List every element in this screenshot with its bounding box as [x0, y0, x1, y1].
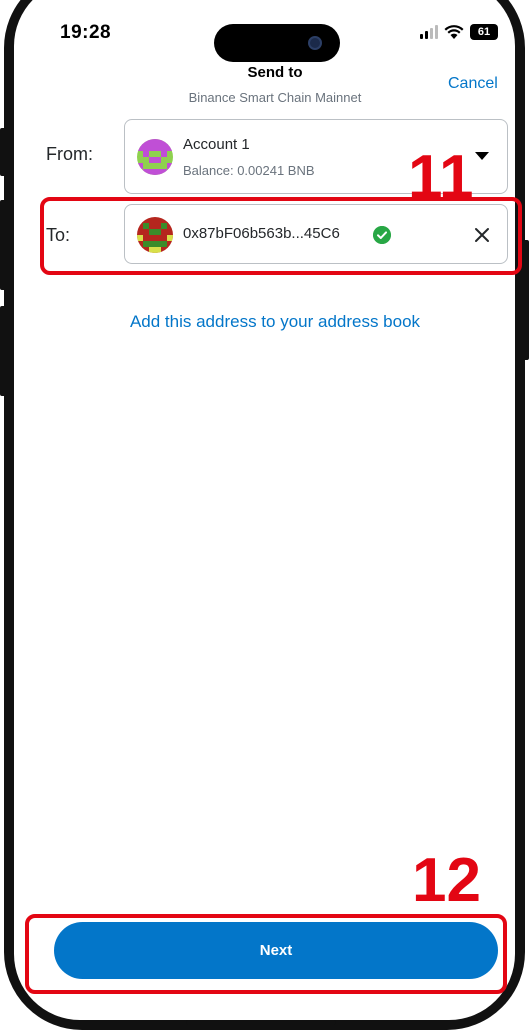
annotation-box-next — [25, 914, 507, 994]
status-icons: 61 — [420, 24, 498, 40]
chevron-down-icon[interactable] — [475, 152, 489, 160]
status-time: 19:28 — [60, 22, 112, 43]
cancel-button[interactable]: Cancel — [448, 75, 498, 93]
battery-icon: 61 — [470, 24, 498, 40]
annotation-number: 11 — [408, 143, 474, 212]
add-to-address-book-link[interactable]: Add this address to your address book — [0, 312, 529, 332]
account-avatar-icon — [137, 139, 173, 175]
from-label: From: — [46, 144, 93, 164]
signal-icon — [420, 25, 438, 39]
account-name: Account 1 — [183, 136, 250, 153]
phone-side-button — [522, 240, 529, 360]
annotation-number: 12 — [412, 846, 481, 915]
phone-side-button — [0, 200, 7, 290]
dynamic-island — [214, 24, 340, 62]
wifi-icon — [444, 25, 464, 39]
phone-side-button — [0, 128, 7, 176]
account-balance: Balance: 0.00241 BNB — [183, 163, 315, 178]
home-indicator — [186, 1020, 336, 1025]
camera-icon — [308, 36, 322, 50]
